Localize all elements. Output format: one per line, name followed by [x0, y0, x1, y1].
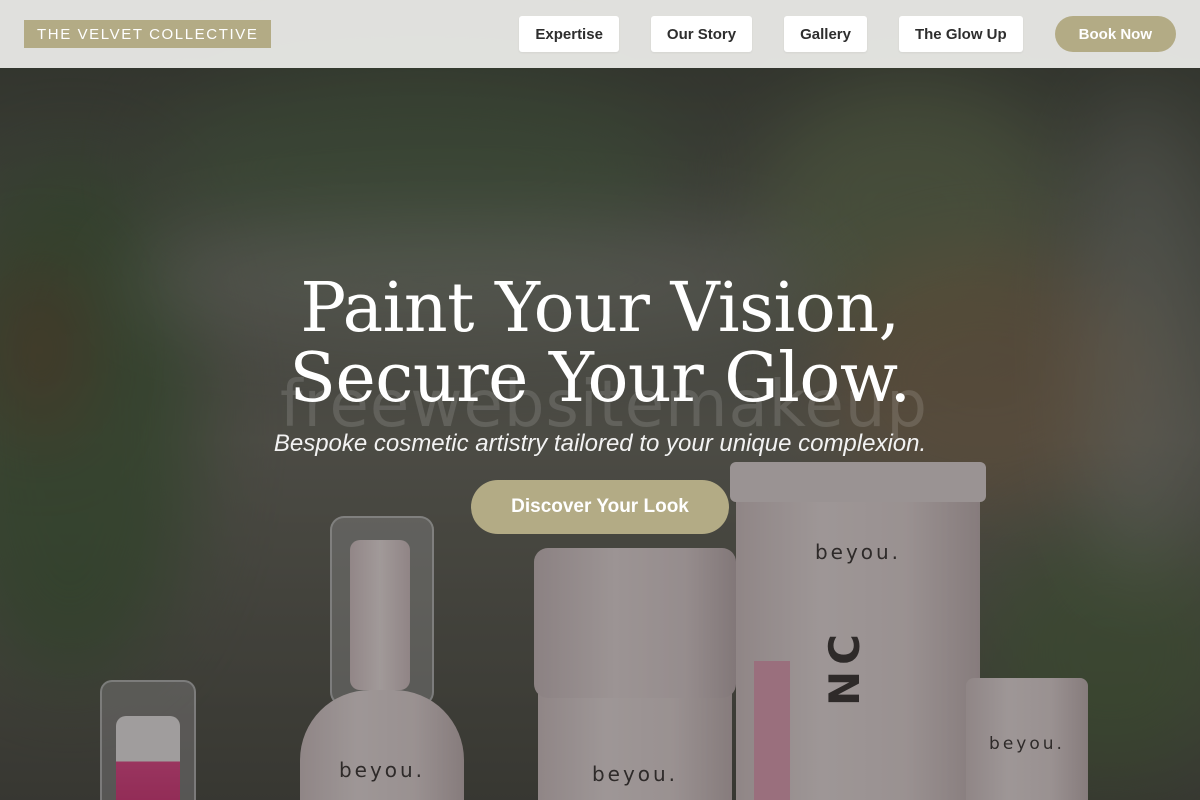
nav-our-story[interactable]: Our Story [650, 16, 753, 52]
hero-content: Paint Your Vision, Secure Your Glow. Bes… [0, 274, 1200, 534]
discover-your-look-button[interactable]: Discover Your Look [471, 480, 729, 534]
nav-gallery[interactable]: Gallery [784, 16, 867, 52]
hero-subheadline: Bespoke cosmetic artistry tailored to yo… [273, 430, 927, 457]
site-header: THE VELVET COLLECTIVE Expertise Our Stor… [0, 0, 1200, 68]
nav-expertise[interactable]: Expertise [519, 16, 619, 52]
hero-headline-line-1: Paint Your Vision, [300, 269, 900, 348]
brand-logo[interactable]: THE VELVET COLLECTIVE [24, 20, 272, 48]
hero-headline-line-2: Secure Your Glow. [289, 339, 911, 418]
main-nav: Expertise Our Story Gallery The Glow Up … [519, 16, 1176, 52]
book-now-button[interactable]: Book Now [1054, 16, 1176, 52]
nav-the-glow-up[interactable]: The Glow Up [898, 16, 1023, 52]
hero-headline: Paint Your Vision, Secure Your Glow. [0, 274, 1200, 414]
